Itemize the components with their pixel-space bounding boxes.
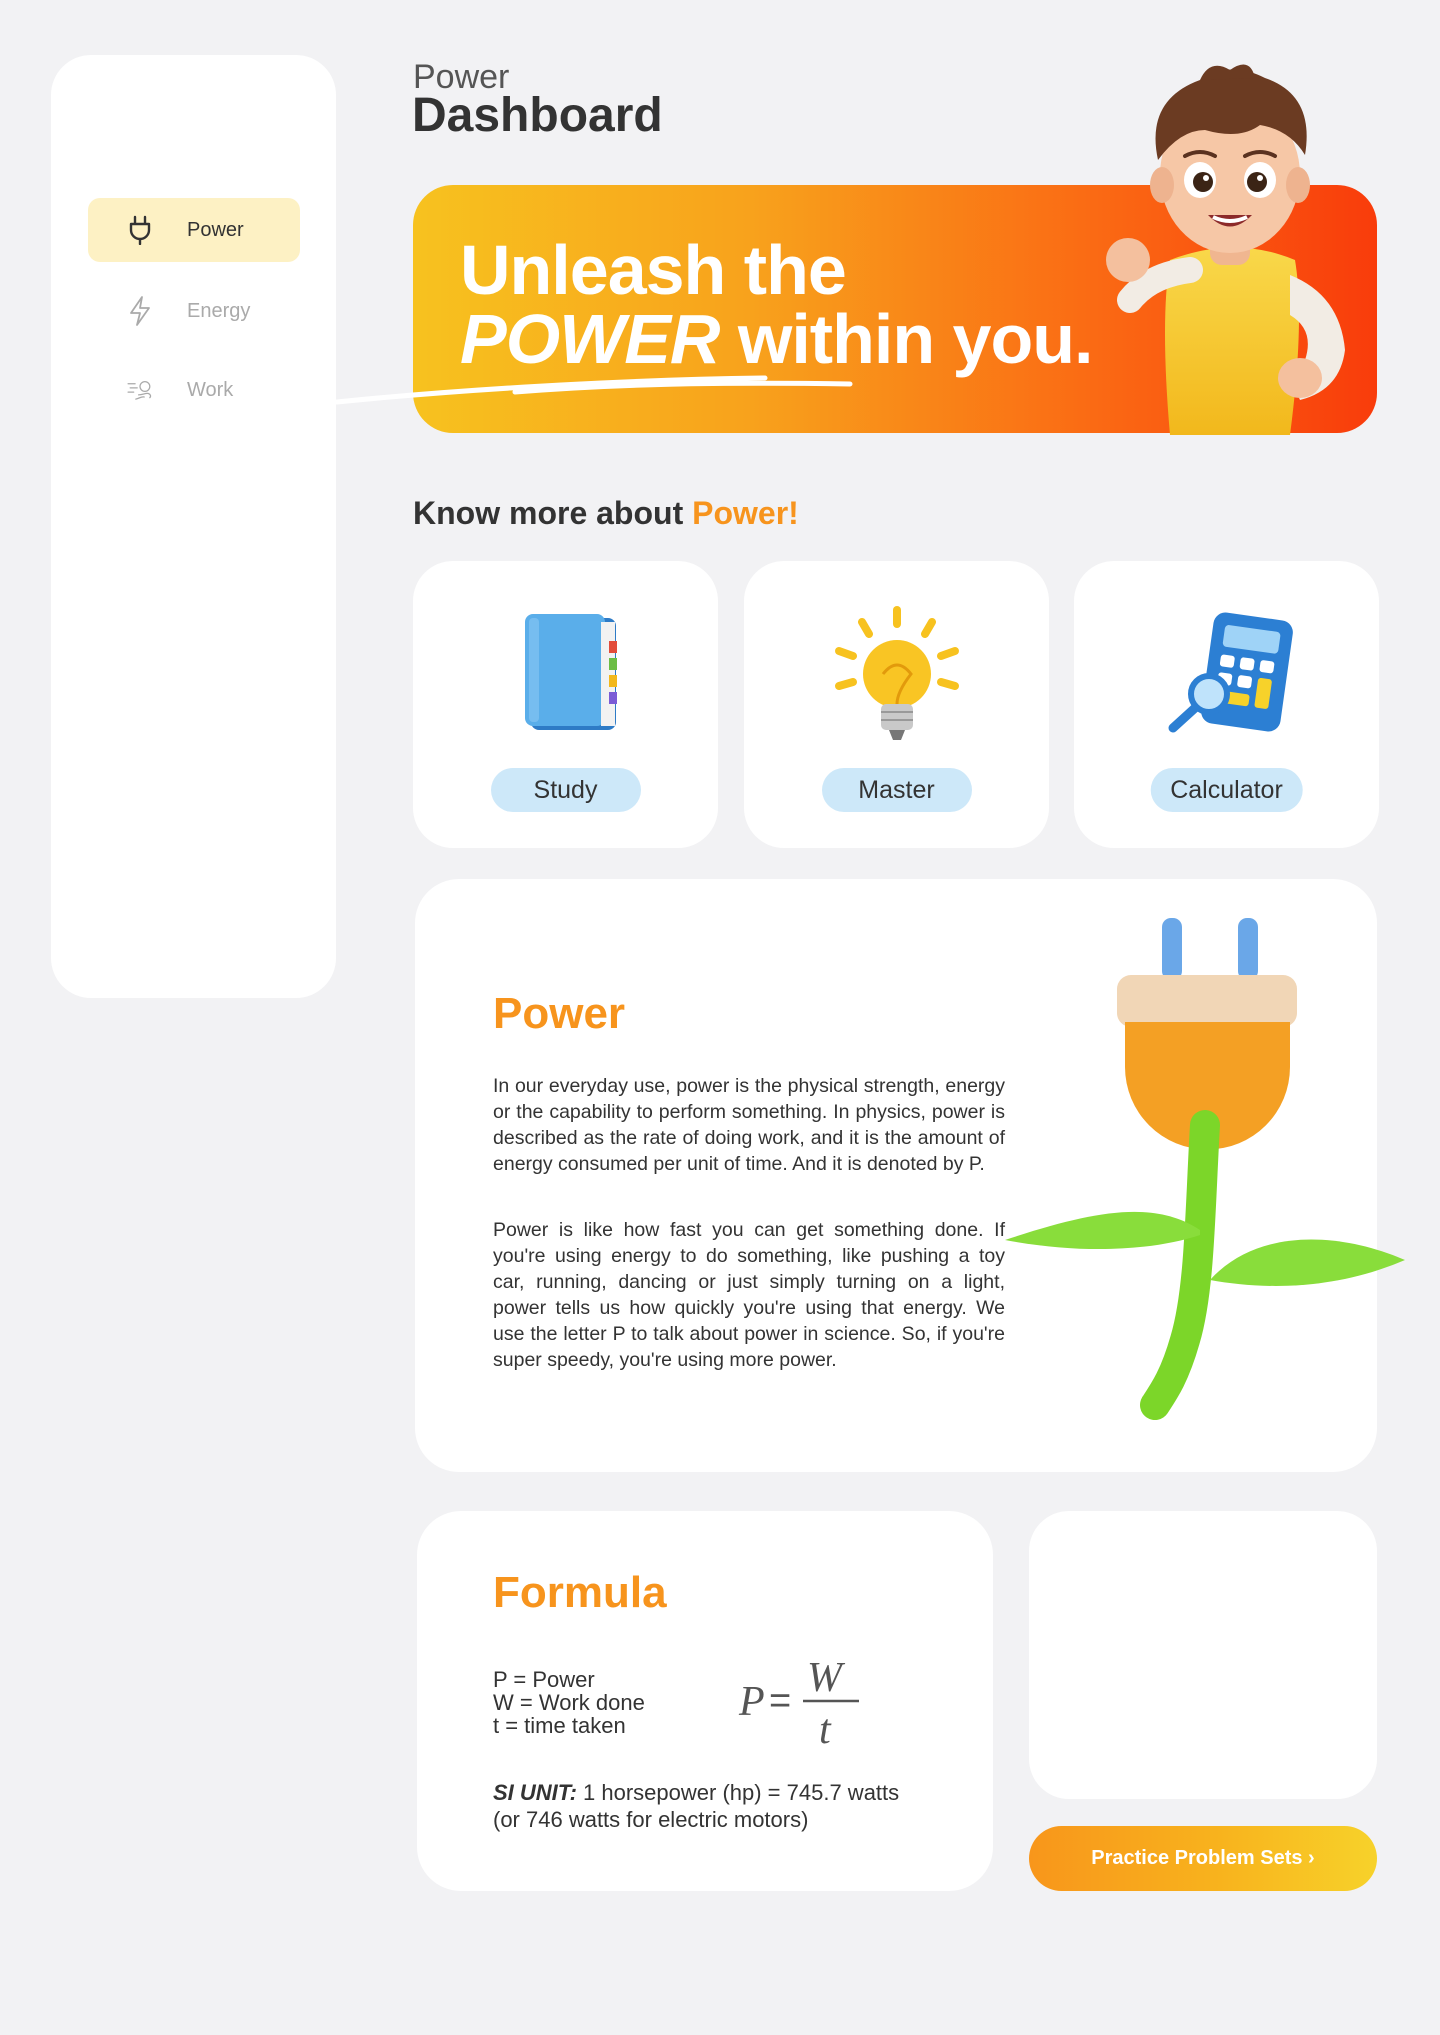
equation-denominator: t — [819, 1707, 832, 1751]
power-equation: P = W t — [738, 1655, 859, 1751]
practice-problem-sets-button[interactable]: Practice Problem Sets › — [1029, 1826, 1377, 1891]
power-info-paragraph-2: Power is like how fast you can get somet… — [493, 1219, 1005, 1371]
si-unit-text: 1 horsepower (hp) = 745.7 watts — [576, 1780, 900, 1805]
sidebar: Power Energy Work — [51, 55, 336, 998]
boy-character-illustration — [1106, 64, 1345, 435]
study-card[interactable]: Study — [413, 561, 718, 848]
equation-numerator: W — [807, 1655, 846, 1701]
banner-headline-line1: Unleash the — [460, 231, 847, 309]
calculator-card[interactable]: Calculator — [1074, 561, 1379, 848]
equation-equals: = — [769, 1680, 791, 1722]
section-heading-prefix: Know more about — [413, 495, 693, 531]
master-card[interactable]: Master — [744, 561, 1049, 848]
plug-flower-illustration — [1005, 918, 1405, 1420]
legend-power: P = Power — [493, 1667, 595, 1692]
study-label: Study — [490, 768, 641, 812]
calculator-label: Calculator — [1150, 768, 1303, 812]
master-label: Master — [821, 768, 972, 812]
lightning-icon — [126, 296, 154, 326]
side-placeholder-card — [1029, 1511, 1377, 1799]
si-unit: SI UNIT: 1 horsepower (hp) = 745.7 watts… — [493, 1779, 899, 1833]
book-icon — [524, 614, 617, 730]
section-heading: Know more about Power! — [413, 495, 799, 532]
section-heading-accent: Power! — [692, 495, 799, 531]
power-info-title: Power — [493, 989, 626, 1038]
calculator-icon — [1168, 612, 1293, 733]
underline-swoosh-icon — [335, 375, 853, 405]
wind-icon — [126, 376, 154, 404]
si-unit-label: SI UNIT: — [493, 1780, 577, 1805]
formula-title: Formula — [493, 1568, 667, 1617]
power-info-paragraph-1: In our everyday use, power is the physic… — [493, 1075, 1005, 1175]
sidebar-item-work[interactable]: Work — [88, 358, 300, 422]
si-unit-note: (or 746 watts for electric motors) — [493, 1807, 809, 1832]
sidebar-item-power[interactable]: Power — [88, 198, 300, 262]
plug-icon — [126, 215, 154, 245]
formula-legend: P = Power W = Work done t = time taken — [493, 1668, 645, 1737]
sidebar-item-label: Work — [187, 378, 234, 401]
formula-card: Formula P = Power W = Work done t = time… — [417, 1511, 993, 1891]
legend-work: W = Work done — [493, 1690, 645, 1715]
page-title: Dashboard — [412, 89, 663, 142]
sidebar-item-label: Power — [187, 218, 244, 241]
sidebar-item-energy[interactable]: Energy — [88, 279, 300, 343]
equation-lhs: P — [738, 1679, 765, 1725]
sidebar-item-label: Energy — [187, 299, 251, 322]
legend-time: t = time taken — [493, 1713, 626, 1738]
lightbulb-icon — [834, 606, 959, 740]
